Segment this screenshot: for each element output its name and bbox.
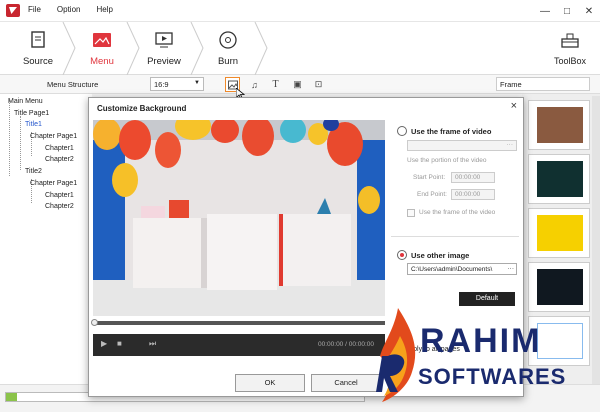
- tree-item-chapter1[interactable]: Chapter1: [45, 145, 74, 152]
- minimize-button[interactable]: —: [534, 0, 556, 22]
- start-point-value: 00:00:00: [455, 174, 481, 181]
- ok-button[interactable]: OK: [235, 374, 305, 392]
- menu-file[interactable]: File: [28, 5, 41, 14]
- step-toolbar: Source Menu Preview Burn ToolBox: [0, 22, 600, 75]
- dialog-close-button[interactable]: ×: [511, 100, 517, 112]
- use-other-image-label: Use other image: [411, 251, 470, 260]
- menu-structure-label: Menu Structure: [47, 80, 99, 89]
- use-frame-radio[interactable]: [397, 126, 407, 136]
- frame-thumbnail[interactable]: [528, 154, 590, 204]
- toolbox-label: ToolBox: [553, 56, 587, 66]
- thumbnail-tool[interactable]: ▣: [290, 77, 305, 92]
- watermark-line1: RAHIM: [420, 322, 542, 360]
- tree-item-main-menu[interactable]: Main Menu: [8, 98, 43, 105]
- menu-structure-tree: Main Menu Title Page1 Title1 Chapter Pag…: [0, 94, 92, 384]
- text-icon: T: [272, 79, 279, 90]
- use-other-image-radio[interactable]: [397, 250, 407, 260]
- menu-option[interactable]: Option: [57, 5, 81, 14]
- step-preview-label: Preview: [147, 56, 181, 67]
- browse-icon[interactable]: ···: [507, 265, 514, 272]
- frame-label: Frame: [496, 77, 590, 91]
- browse-icon: ···: [506, 141, 514, 148]
- use-frame-check-label: Use the frame of the video: [419, 209, 496, 216]
- menu-help[interactable]: Help: [96, 5, 112, 14]
- text-tool[interactable]: T: [268, 77, 283, 92]
- monitor-play-icon: [155, 32, 173, 48]
- tree-item-chapter-page1[interactable]: Chapter Page1: [30, 180, 77, 187]
- background-preview: [93, 120, 385, 316]
- secondary-toolbar: Menu Structure 16:9 ▼ ♫ T ▣ ⊡ Frame: [0, 75, 600, 100]
- tree-item-chapter1[interactable]: Chapter1: [45, 192, 74, 199]
- video-controls: ▶ ■ ⏭ 00:00:00 / 00:00:00: [93, 334, 385, 356]
- music-note-icon: ♫: [251, 79, 258, 90]
- video-seek-handle[interactable]: [91, 319, 98, 326]
- step-source[interactable]: Source: [6, 22, 70, 75]
- step-preview[interactable]: Preview: [132, 22, 196, 75]
- menu-bar: File Option Help: [28, 5, 113, 14]
- start-point-label: Start Point:: [413, 174, 446, 181]
- thumbnail-icon: ▣: [293, 79, 302, 89]
- tree-item-chapter2[interactable]: Chapter2: [45, 156, 74, 163]
- button-tool[interactable]: ⊡: [311, 77, 326, 92]
- options-divider: [391, 236, 519, 237]
- tree-item-chapter-page1[interactable]: Chapter Page1: [30, 133, 77, 140]
- step-menu[interactable]: Menu: [70, 22, 134, 75]
- menu-image-icon: [93, 33, 111, 47]
- disc-icon: [219, 31, 237, 49]
- watermark-line2: SOFTWARES: [418, 364, 567, 389]
- title-bar: File Option Help — □ ✕: [0, 0, 600, 22]
- toolbox-icon: [561, 33, 579, 48]
- play-icon[interactable]: ▶: [101, 339, 107, 348]
- image-path-input[interactable]: C:\Users\admin\Documents\ ···: [407, 263, 517, 275]
- end-point-label: End Point:: [417, 191, 447, 198]
- close-window-button[interactable]: ✕: [578, 0, 600, 22]
- portion-label: Use the portion of the video: [407, 157, 487, 164]
- maximize-button[interactable]: □: [556, 0, 578, 22]
- dialog-title: Customize Background: [97, 104, 187, 113]
- frame-thumbnail[interactable]: [528, 100, 590, 150]
- aspect-ratio-select[interactable]: 16:9 ▼: [150, 77, 204, 91]
- step-separator: [254, 22, 268, 75]
- start-point-input: 00:00:00: [451, 172, 495, 183]
- frame-thumbnail[interactable]: [528, 208, 590, 258]
- toolbox-button[interactable]: ToolBox: [550, 22, 590, 75]
- tree-item-title-page1[interactable]: Title Page1: [14, 110, 49, 117]
- tree-item-title1[interactable]: Title1: [25, 121, 42, 128]
- image-path-value: C:\Users\admin\Documents\: [411, 266, 493, 273]
- music-tool[interactable]: ♫: [247, 77, 262, 92]
- balloon-scene-image: [93, 120, 385, 316]
- video-timecode: 00:00:00 / 00:00:00: [318, 341, 375, 348]
- end-point-input: 00:00:00: [451, 189, 495, 200]
- tree-item-chapter2[interactable]: Chapter2: [45, 203, 74, 210]
- disc-capacity-fill: [6, 393, 17, 401]
- tree-item-title2[interactable]: Title2: [25, 168, 42, 175]
- chevron-down-icon: ▼: [194, 80, 200, 86]
- frame-video-input: ···: [407, 140, 517, 151]
- step-source-label: Source: [22, 56, 54, 67]
- aspect-ratio-value: 16:9: [154, 80, 169, 89]
- flame-logo-icon: [376, 308, 416, 402]
- window-controls: — □ ✕: [534, 0, 600, 22]
- watermark: RAHIM SOFTWARES: [372, 302, 600, 412]
- step-menu-label: Menu: [90, 56, 114, 67]
- step-burn[interactable]: Burn: [196, 22, 260, 75]
- stop-icon[interactable]: ■: [117, 339, 122, 348]
- end-point-value: 00:00:00: [455, 191, 481, 198]
- button-style-icon: ⊡: [314, 79, 323, 89]
- step-burn-label: Burn: [217, 56, 239, 67]
- use-frame-checkbox: [407, 209, 415, 217]
- video-seek-track[interactable]: [93, 321, 385, 325]
- app-logo-icon: [6, 4, 20, 17]
- cancel-button[interactable]: Cancel: [311, 374, 381, 392]
- skip-forward-icon[interactable]: ⏭: [149, 339, 156, 349]
- document-icon: [31, 31, 45, 48]
- use-frame-label: Use the frame of video: [411, 127, 492, 136]
